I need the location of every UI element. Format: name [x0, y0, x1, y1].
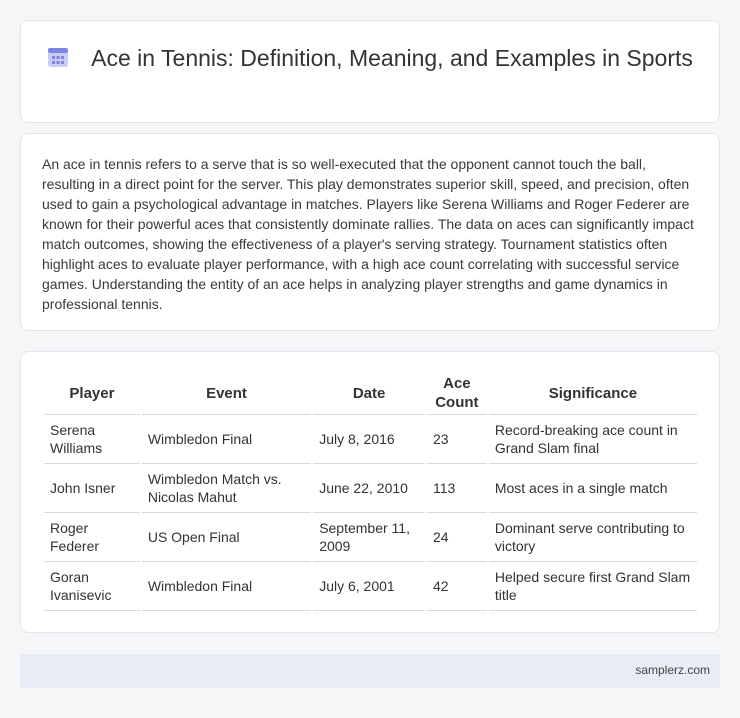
cell-player: Roger Federer	[44, 513, 140, 562]
table-row: Roger Federer US Open Final September 11…	[44, 513, 697, 562]
cell-event: US Open Final	[141, 513, 312, 562]
cell-significance: Helped secure first Grand Slam title	[488, 562, 697, 611]
cell-date: September 11, 2009	[313, 513, 425, 562]
cell-ace-count: 42	[426, 562, 487, 611]
column-header-event: Event	[141, 372, 312, 415]
cell-significance: Most aces in a single match	[488, 464, 697, 513]
cell-significance: Dominant serve contributing to victory	[488, 513, 697, 562]
table-row: Serena Williams Wimbledon Final July 8, …	[44, 415, 697, 464]
page-title-wrap: Ace in Tennis: Definition, Meaning, and …	[21, 44, 719, 73]
cell-ace-count: 23	[426, 415, 487, 464]
cell-significance: Record-breaking ace count in Grand Slam …	[488, 415, 697, 464]
column-header-date: Date	[313, 372, 425, 415]
footer: samplerz.com	[20, 654, 720, 688]
cell-event: Wimbledon Final	[141, 415, 312, 464]
column-header-player: Player	[44, 372, 140, 415]
cell-date: July 8, 2016	[313, 415, 425, 464]
column-header-ace-count: Ace Count	[426, 372, 487, 415]
table-row: John Isner Wimbledon Match vs. Nicolas M…	[44, 464, 697, 513]
cell-player: John Isner	[44, 464, 140, 513]
column-header-significance: Significance	[488, 372, 697, 415]
cell-ace-count: 113	[426, 464, 487, 513]
aces-table: Player Event Date Ace Count Significance…	[42, 372, 699, 611]
table-row: Goran Ivanisevic Wimbledon Final July 6,…	[44, 562, 697, 611]
cell-player: Goran Ivanisevic	[44, 562, 140, 611]
footer-site-link[interactable]: samplerz.com	[635, 663, 710, 677]
cell-event: Wimbledon Final	[141, 562, 312, 611]
calendar-icon	[48, 48, 69, 67]
header-card: Ace in Tennis: Definition, Meaning, and …	[20, 20, 720, 123]
cell-player: Serena Williams	[44, 415, 140, 464]
cell-date: June 22, 2010	[313, 464, 425, 513]
cell-event: Wimbledon Match vs. Nicolas Mahut	[141, 464, 312, 513]
cell-date: July 6, 2001	[313, 562, 425, 611]
cell-ace-count: 24	[426, 513, 487, 562]
intro-card: An ace in tennis refers to a serve that …	[20, 133, 720, 331]
page-title: Ace in Tennis: Definition, Meaning, and …	[91, 45, 693, 71]
intro-paragraph: An ace in tennis refers to a serve that …	[42, 156, 694, 312]
table-card: Player Event Date Ace Count Significance…	[20, 351, 720, 633]
table-header-row: Player Event Date Ace Count Significance	[44, 372, 697, 415]
